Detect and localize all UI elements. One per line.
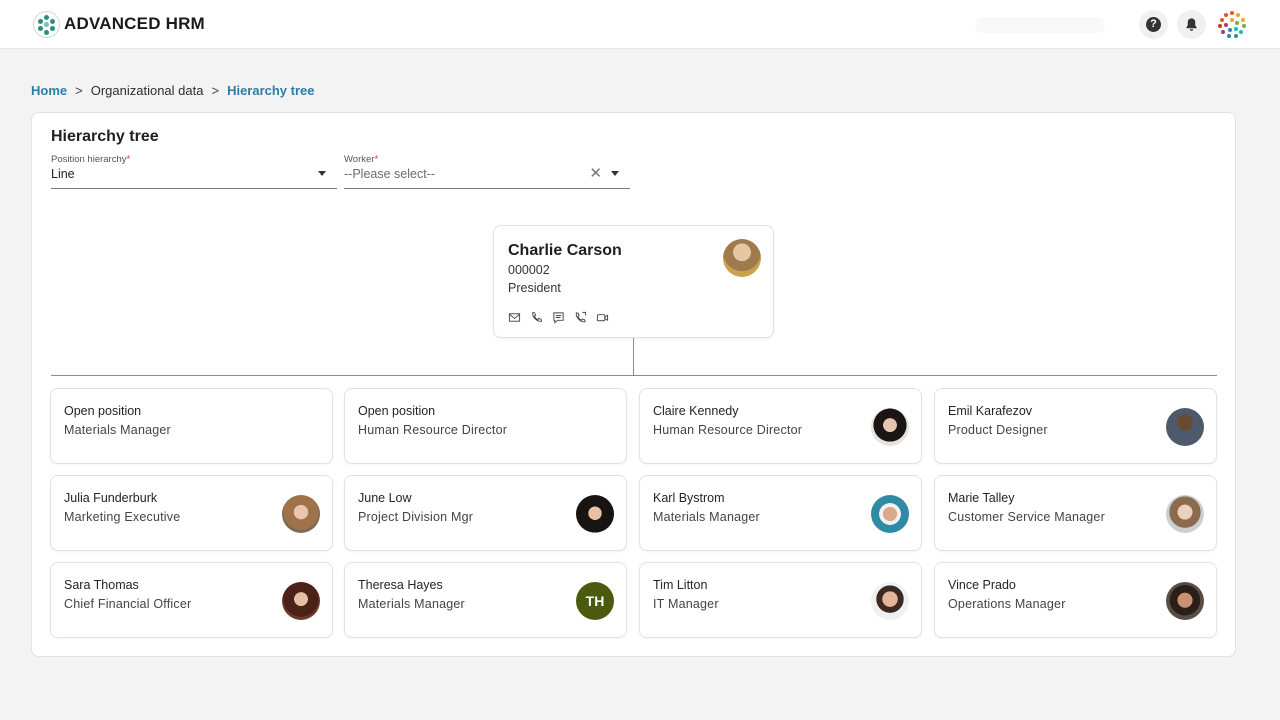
employee-name: June Low <box>358 491 412 505</box>
employee-photo <box>871 495 909 533</box>
question-mark-icon: ? <box>1146 17 1161 32</box>
position-hierarchy-dropdown[interactable]: Position hierarchy* Line <box>51 154 337 189</box>
employee-name: Julia Funderburk <box>64 491 158 505</box>
breadcrumb-section: Organizational data <box>90 83 204 98</box>
employee-card[interactable]: Claire Kennedy Human Resource Director <box>639 388 922 464</box>
employee-name: Claire Kennedy <box>653 404 739 418</box>
breadcrumb-separator: > <box>211 83 220 98</box>
employee-name: Vince Prado <box>948 578 1016 592</box>
tree-connector-vertical <box>633 338 634 375</box>
help-button[interactable]: ? <box>1139 10 1168 39</box>
employee-photo <box>282 495 320 533</box>
employee-photo <box>723 239 761 277</box>
employee-role: Customer Service Manager <box>948 510 1105 524</box>
employee-photo <box>871 582 909 620</box>
employee-role: Materials Manager <box>358 597 465 611</box>
employee-name: Theresa Hayes <box>358 578 443 592</box>
caret-down-icon[interactable] <box>611 171 619 176</box>
breadcrumb-separator: > <box>75 83 83 98</box>
clear-icon[interactable]: ✕ <box>589 166 602 181</box>
employee-photo <box>1166 582 1204 620</box>
employee-card[interactable]: Karl Bystrom Materials Manager <box>639 475 922 551</box>
employee-name: Karl Bystrom <box>653 491 725 505</box>
position-hierarchy-value: Line <box>51 167 75 181</box>
employee-card[interactable]: Sara Thomas Chief Financial Officer <box>50 562 333 638</box>
employee-name: Sara Thomas <box>64 578 139 592</box>
initials-avatar: TH <box>576 582 614 620</box>
employee-role: Chief Financial Officer <box>64 597 192 611</box>
header-blank-area <box>975 17 1105 33</box>
employee-photo <box>1166 495 1204 533</box>
user-avatar[interactable] <box>1217 10 1247 40</box>
employee-card[interactable]: Open position Materials Manager <box>50 388 333 464</box>
employee-role: Project Division Mgr <box>358 510 474 524</box>
employee-name: Open position <box>358 404 436 418</box>
root-employee-name: Charlie Carson <box>508 242 622 259</box>
employee-name: Open position <box>64 404 142 418</box>
employee-card[interactable]: Marie Talley Customer Service Manager <box>934 475 1217 551</box>
employee-role: Materials Manager <box>653 510 760 524</box>
breadcrumb-home-link[interactable]: Home <box>31 83 67 98</box>
employee-role: Human Resource Director <box>653 423 803 437</box>
employee-role: Human Resource Director <box>358 423 508 437</box>
top-bar: ADVANCED HRM ? <box>0 0 1280 49</box>
employee-name: Emil Karafezov <box>948 404 1033 418</box>
caret-down-icon[interactable] <box>318 171 326 176</box>
employee-card[interactable]: Tim Litton IT Manager <box>639 562 922 638</box>
employee-card[interactable]: Vince Prado Operations Manager <box>934 562 1217 638</box>
call-icon[interactable] <box>574 311 587 324</box>
employee-card[interactable]: Julia Funderburk Marketing Executive <box>50 475 333 551</box>
employee-role: Materials Manager <box>64 423 171 437</box>
employee-role: IT Manager <box>653 597 719 611</box>
breadcrumb-current[interactable]: Hierarchy tree <box>227 83 314 98</box>
employee-photo <box>576 495 614 533</box>
employee-card[interactable]: Open position Human Resource Director <box>344 388 627 464</box>
mail-icon[interactable] <box>508 311 521 324</box>
employee-card[interactable]: Theresa Hayes Materials Manager TH <box>344 562 627 638</box>
breadcrumb: Home > Organizational data > Hierarchy t… <box>31 83 315 98</box>
hierarchy-panel: Hierarchy tree Position hierarchy* Line … <box>31 112 1236 657</box>
video-icon[interactable] <box>596 311 609 324</box>
tree-connector-horizontal <box>51 375 1217 376</box>
root-employee-card[interactable]: Charlie Carson 000002 President <box>493 225 774 338</box>
employee-card[interactable]: June Low Project Division Mgr <box>344 475 627 551</box>
employee-name: Marie Talley <box>948 491 1015 505</box>
employee-photo <box>282 582 320 620</box>
brand-logo-icon[interactable] <box>33 11 60 38</box>
brand-name[interactable]: ADVANCED HRM <box>64 14 205 34</box>
employee-role: Marketing Executive <box>64 510 181 524</box>
notifications-button[interactable] <box>1177 10 1206 39</box>
employee-photo <box>871 408 909 446</box>
employee-photo <box>1166 408 1204 446</box>
worker-label: Worker* <box>344 154 379 165</box>
employee-name: Tim Litton <box>653 578 708 592</box>
worker-placeholder: --Please select-- <box>344 167 435 181</box>
worker-dropdown[interactable]: Worker* --Please select-- ✕ <box>344 154 630 189</box>
bell-icon <box>1186 18 1197 31</box>
chat-icon[interactable] <box>552 311 565 324</box>
employee-role: Product Designer <box>948 423 1048 437</box>
employee-role: Operations Manager <box>948 597 1066 611</box>
root-employee-title: President <box>508 281 561 295</box>
page-title: Hierarchy tree <box>51 128 159 145</box>
contact-actions <box>508 311 609 324</box>
employee-card[interactable]: Emil Karafezov Product Designer <box>934 388 1217 464</box>
position-hierarchy-label: Position hierarchy* <box>51 154 131 165</box>
root-employee-id: 000002 <box>508 263 550 277</box>
phone-icon[interactable] <box>530 311 543 324</box>
